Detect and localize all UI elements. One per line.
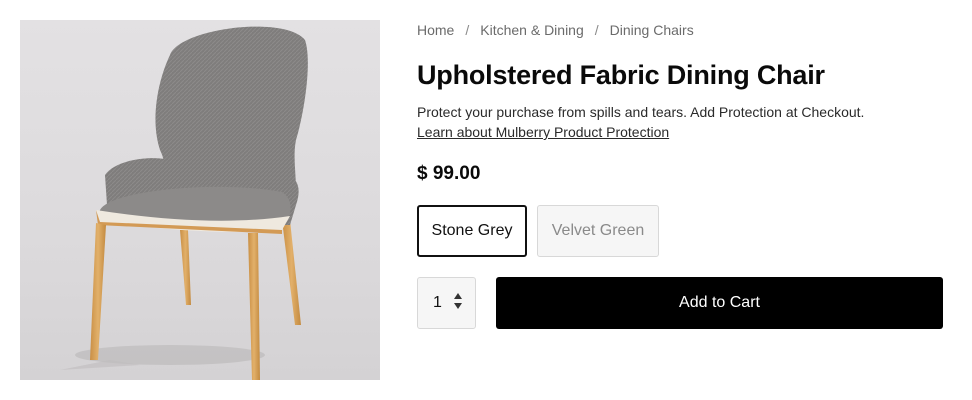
breadcrumb: Home / Kitchen & Dining / Dining Chairs [417, 22, 694, 38]
quantity-value[interactable]: 1 [433, 294, 442, 312]
product-price: $ 99.00 [417, 163, 481, 184]
breadcrumb-separator: / [465, 22, 470, 38]
breadcrumb-dining-chairs[interactable]: Dining Chairs [610, 22, 694, 38]
protection-text: Protect your purchase from spills and te… [417, 104, 865, 120]
breadcrumb-separator: / [594, 22, 599, 38]
decrement-icon[interactable] [454, 303, 462, 309]
add-to-cart-button[interactable]: Add to Cart [496, 277, 943, 329]
stepper-arrows [454, 293, 462, 309]
variant-option-stone-grey[interactable]: Stone Grey [417, 205, 527, 257]
product-title: Upholstered Fabric Dining Chair [417, 60, 825, 90]
breadcrumb-kitchen-dining[interactable]: Kitchen & Dining [480, 22, 584, 38]
chair-photo [60, 26, 308, 380]
breadcrumb-home[interactable]: Home [417, 22, 454, 38]
variant-option-velvet-green[interactable]: Velvet Green [537, 205, 659, 257]
protection-link[interactable]: Learn about Mulberry Product Protection [417, 124, 669, 140]
product-image [20, 20, 380, 380]
variant-selector: Stone Grey Velvet Green [417, 205, 659, 257]
increment-icon[interactable] [454, 293, 462, 299]
quantity-stepper[interactable]: 1 [417, 277, 476, 329]
